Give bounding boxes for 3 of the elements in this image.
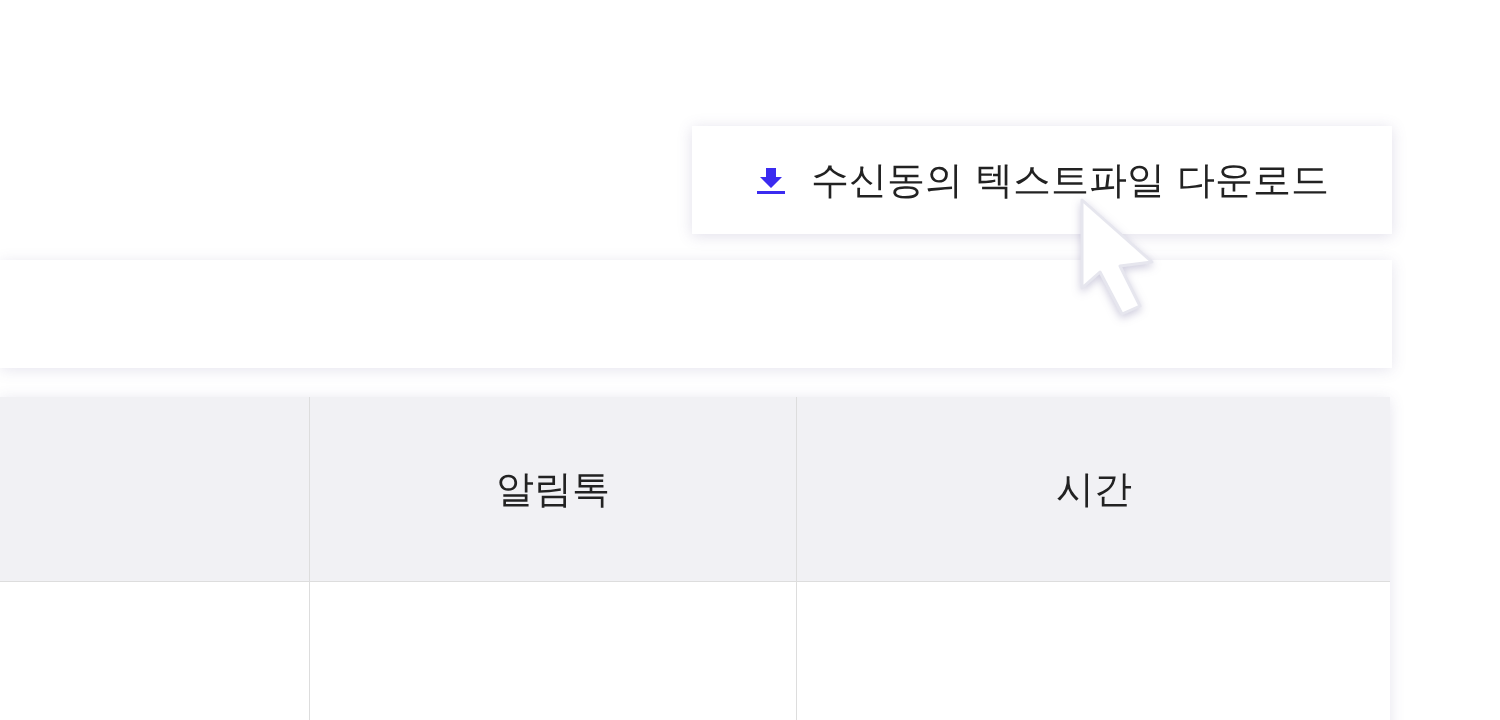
column-header: 시간 [796,397,1390,581]
column-header: 알림톡 [309,397,796,581]
download-button[interactable]: 수신동의 텍스트파일 다운로드 [692,126,1392,234]
